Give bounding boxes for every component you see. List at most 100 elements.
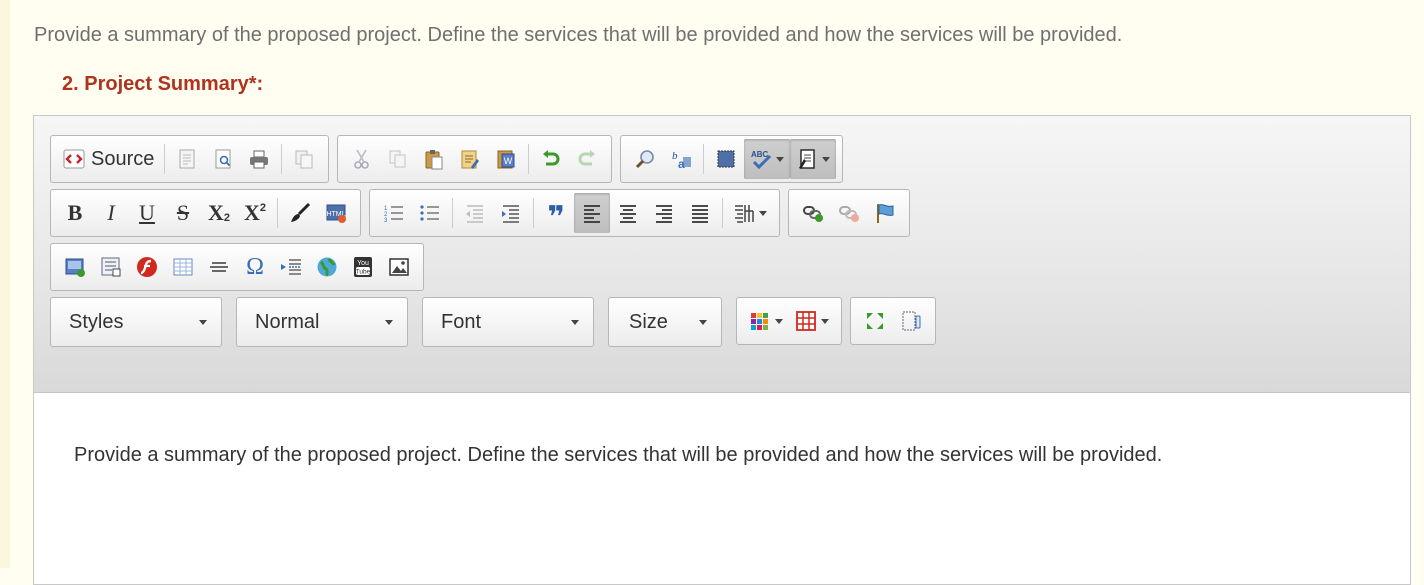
- chevron-down-icon: [385, 319, 393, 325]
- justify-icon: [692, 205, 708, 223]
- insert-form-button[interactable]: [93, 247, 129, 287]
- chevron-down-icon: [776, 156, 785, 162]
- unlink-button[interactable]: [831, 193, 867, 233]
- document-props-button[interactable]: [790, 139, 837, 179]
- numbered-list-button[interactable]: 123: [376, 193, 412, 233]
- indent-button[interactable]: [493, 193, 529, 233]
- flash-icon: [137, 257, 157, 277]
- blockquote-button[interactable]: ❞: [538, 193, 574, 233]
- paste-text-button[interactable]: [452, 139, 488, 179]
- italic-button[interactable]: I: [93, 193, 129, 233]
- copy-formatting-icon: [295, 150, 313, 169]
- flash-button[interactable]: [129, 247, 165, 287]
- format-dropdown[interactable]: Normal: [236, 297, 408, 347]
- horizontal-rule-button[interactable]: [201, 247, 237, 287]
- subscript-button[interactable]: X2: [201, 193, 237, 233]
- font-dropdown[interactable]: Font: [422, 297, 594, 347]
- picture-icon: [389, 258, 409, 276]
- remove-format-button[interactable]: [282, 193, 318, 233]
- strike-button[interactable]: S: [165, 193, 201, 233]
- size-dropdown-label: Size: [629, 310, 668, 333]
- toolbar-group-tools: [850, 297, 936, 345]
- align-left-button[interactable]: [574, 193, 610, 233]
- picture-button[interactable]: [381, 247, 417, 287]
- image-button[interactable]: [57, 247, 93, 287]
- print-button[interactable]: [241, 139, 277, 179]
- special-char-button[interactable]: Ω: [237, 247, 273, 287]
- chevron-down-icon: [821, 318, 829, 324]
- redo-button[interactable]: [569, 139, 605, 179]
- iframe-button[interactable]: [309, 247, 345, 287]
- field-instructions: Provide a summary of the proposed projec…: [34, 24, 1123, 46]
- maximize-button[interactable]: [857, 301, 893, 341]
- align-right-button[interactable]: [646, 193, 682, 233]
- toolbar-separator: [281, 144, 283, 174]
- replace-icon: ba: [672, 150, 692, 170]
- toolbar-row-1: Source W b a ABC: [50, 135, 1394, 189]
- templates-button[interactable]: [169, 139, 205, 179]
- magnifier-icon: [636, 150, 655, 169]
- preview-button[interactable]: [205, 139, 241, 179]
- left-strip: [0, 0, 10, 568]
- superscript-button[interactable]: X2: [237, 193, 273, 233]
- paste-button[interactable]: [416, 139, 452, 179]
- bold-icon: B: [67, 200, 83, 225]
- printer-icon: [250, 150, 269, 169]
- underline-button[interactable]: U: [129, 193, 165, 233]
- align-center-button[interactable]: [610, 193, 646, 233]
- bulleted-list-button[interactable]: [412, 193, 448, 233]
- image-icon: [65, 258, 85, 277]
- redo-icon: [578, 150, 596, 166]
- toolbar-group-paragraph: 123 ❞: [369, 189, 780, 237]
- italic-icon: I: [107, 200, 115, 225]
- strikethrough-icon: S: [176, 200, 190, 225]
- source-button[interactable]: Source: [57, 139, 160, 179]
- language-icon: [735, 205, 754, 223]
- svg-text:You: You: [357, 260, 369, 267]
- color-palette-icon: [751, 313, 768, 330]
- undo-button[interactable]: [533, 139, 569, 179]
- svg-text:3: 3: [384, 218, 388, 224]
- link-icon: [803, 206, 823, 222]
- page-break-button[interactable]: [273, 247, 309, 287]
- copy-button[interactable]: [380, 139, 416, 179]
- svg-text:W: W: [504, 156, 513, 166]
- scissors-icon: [354, 149, 370, 169]
- styles-dropdown[interactable]: Styles: [50, 297, 222, 347]
- clipboard-icon: [425, 150, 443, 170]
- text-color-button[interactable]: [743, 301, 789, 341]
- youtube-button[interactable]: You Tube: [345, 247, 381, 287]
- horizontal-rule-icon: [210, 262, 228, 272]
- align-left-icon: [584, 205, 600, 223]
- toolbar-row-2: B I U S X2 X2 HTML 123 ❞: [50, 189, 1394, 243]
- chevron-down-icon: [822, 156, 831, 162]
- select-all-button[interactable]: [708, 139, 744, 179]
- toolbar-separator: [703, 144, 705, 174]
- size-dropdown[interactable]: Size: [608, 297, 722, 347]
- paste-plain-button[interactable]: [286, 139, 322, 179]
- show-blocks-button[interactable]: [893, 301, 929, 341]
- table-button[interactable]: [165, 247, 201, 287]
- editor-content-area[interactable]: Provide a summary of the proposed projec…: [34, 393, 1410, 475]
- link-button[interactable]: [795, 193, 831, 233]
- replace-button[interactable]: ba: [663, 139, 699, 179]
- brush-icon: [291, 202, 311, 222]
- chevron-down-icon: [571, 319, 579, 325]
- language-button[interactable]: [727, 193, 773, 233]
- subscript-mark: 2: [223, 212, 230, 224]
- paste-word-button[interactable]: W: [488, 139, 524, 179]
- bold-button[interactable]: B: [57, 193, 93, 233]
- table-grid-button[interactable]: [789, 301, 835, 341]
- outdent-button[interactable]: [457, 193, 493, 233]
- spellcheck-button[interactable]: ABC: [744, 139, 791, 179]
- anchor-button[interactable]: [867, 193, 903, 233]
- toolbar-separator: [722, 198, 723, 228]
- indent-icon: [502, 205, 519, 223]
- html-button[interactable]: HTML: [318, 193, 354, 233]
- cut-button[interactable]: [344, 139, 380, 179]
- copy-icon: [389, 150, 406, 168]
- find-button[interactable]: [627, 139, 663, 179]
- justify-button[interactable]: [682, 193, 718, 233]
- numbered-list-icon: 123: [384, 206, 403, 224]
- align-right-icon: [656, 205, 672, 223]
